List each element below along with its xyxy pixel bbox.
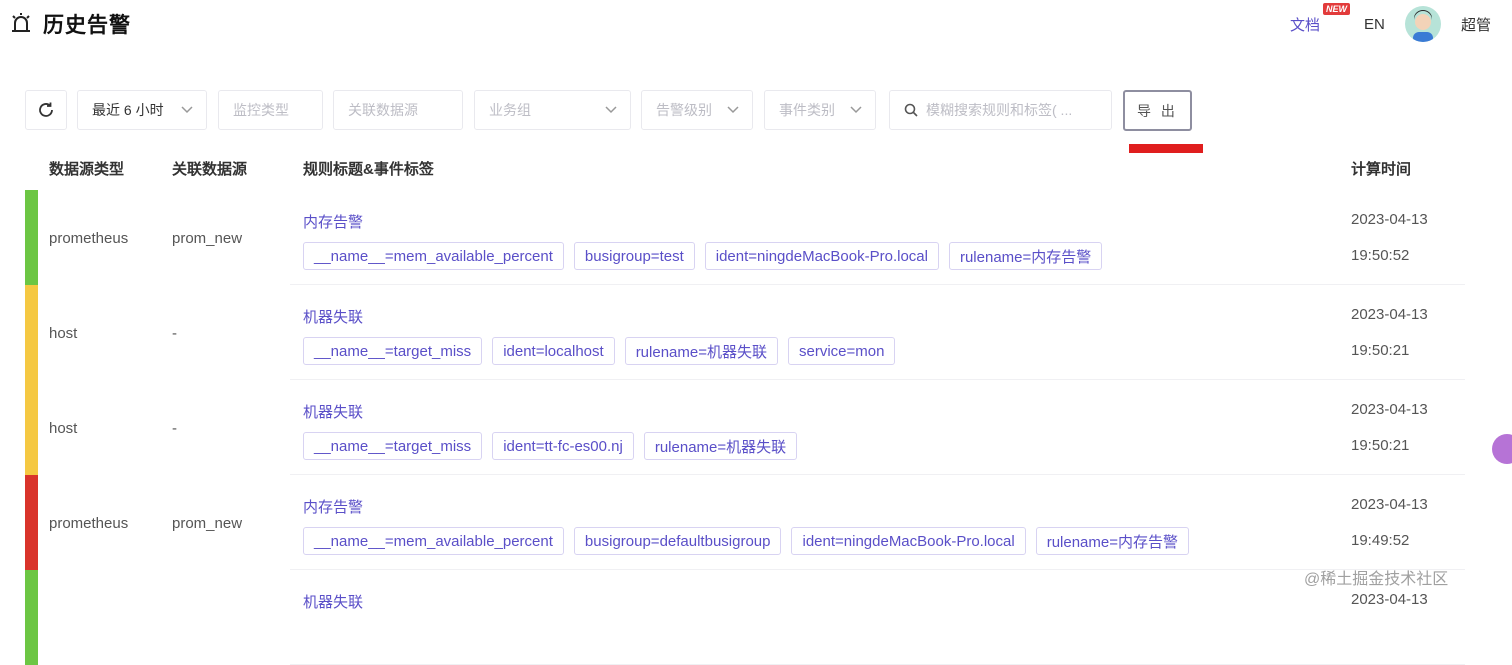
event-tag[interactable]: __name__=mem_available_percent: [303, 527, 564, 555]
docs-link[interactable]: 文档: [1290, 14, 1320, 35]
table-row[interactable]: host - 机器失联 __name__=target_miss ident=local…: [25, 285, 1465, 380]
monitor-type-select[interactable]: 监控类型: [218, 90, 323, 130]
event-type-select[interactable]: 事件类别: [764, 90, 876, 130]
trigger-date: 2023-04-13: [1351, 401, 1428, 418]
chevron-down-icon: [727, 106, 739, 114]
severity-indicator: [25, 570, 38, 665]
refresh-icon: [39, 102, 53, 117]
severity-indicator: [25, 380, 38, 475]
severity-indicator: [25, 475, 38, 570]
datasource-type-cell: host: [49, 420, 78, 437]
trigger-date: 2023-04-13: [1351, 211, 1428, 228]
event-tags: __name__=target_miss ident=localhost rulen…: [303, 337, 896, 365]
event-type-placeholder: 事件类别: [779, 102, 835, 118]
event-tag[interactable]: rulename=机器失联: [624, 337, 778, 365]
trigger-time: 19:50:21: [1351, 437, 1410, 454]
datasource-cell: prom_new: [172, 515, 243, 532]
page-header: 历史告警 文档 NEW EN 超管: [0, 0, 1512, 50]
datasource-placeholder: 关联数据源: [348, 102, 418, 118]
language-switch[interactable]: EN: [1364, 16, 1385, 33]
rule-title-link[interactable]: 内存告警: [303, 211, 363, 232]
search-placeholder: 模糊搜索规则和标签( ...: [926, 102, 1073, 118]
search-input[interactable]: 模糊搜索规则和标签( ...: [889, 90, 1112, 130]
datasource-type-cell: prometheus: [49, 515, 129, 532]
table-row[interactable]: prometheus prom_new 内存告警 __name__=mem_avail…: [25, 475, 1465, 570]
time-range-select[interactable]: 最近 6 小时: [77, 90, 207, 130]
table-row[interactable]: host - 机器失联 __name__=target_miss ident=tt-fc…: [25, 380, 1465, 475]
event-tag[interactable]: ident=ningdeMacBook-Pro.local: [791, 527, 1026, 555]
search-icon: [904, 103, 918, 117]
trigger-date: 2023-04-13: [1351, 496, 1428, 513]
datasource-cell: prom_new: [172, 230, 243, 247]
event-tag[interactable]: service=mon: [787, 337, 896, 365]
event-tag[interactable]: __name__=target_miss: [303, 337, 483, 365]
column-header-datasource-type: 数据源类型: [49, 161, 125, 178]
user-name[interactable]: 超管: [1461, 14, 1491, 35]
event-tag[interactable]: __name__=target_miss: [303, 432, 483, 460]
avatar[interactable]: [1405, 6, 1441, 42]
rule-title-link[interactable]: 机器失联: [303, 591, 363, 612]
column-header-rule: 规则标题&事件标签: [303, 161, 434, 178]
event-tag[interactable]: ident=localhost: [492, 337, 615, 365]
new-badge: NEW: [1323, 3, 1350, 15]
severity-indicator: [25, 190, 38, 285]
datasource-cell: -: [172, 325, 177, 342]
rule-title-link[interactable]: 机器失联: [303, 306, 363, 327]
alarm-icon: [12, 13, 30, 32]
export-button[interactable]: 导 出: [1123, 90, 1192, 131]
event-tag[interactable]: busigroup=defaultbusigroup: [573, 527, 782, 555]
table-row[interactable]: prometheus prom_new 内存告警 __name__=mem_avail…: [25, 190, 1465, 285]
busigroup-select[interactable]: 业务组: [474, 90, 631, 130]
annotation-underline: [1129, 144, 1203, 153]
datasource-select[interactable]: 关联数据源: [333, 90, 463, 130]
event-tags: __name__=mem_available_percent busigroup=…: [303, 242, 1103, 270]
avatar-image: [1413, 10, 1433, 42]
trigger-time: 19:50:52: [1351, 247, 1410, 264]
trigger-time: 19:49:52: [1351, 532, 1410, 549]
busigroup-placeholder: 业务组: [489, 102, 531, 118]
severity-select[interactable]: 告警级别: [641, 90, 753, 130]
event-tag[interactable]: rulename=内存告警: [948, 242, 1103, 270]
trigger-time: 19:50:21: [1351, 342, 1410, 359]
severity-indicator: [25, 285, 38, 380]
rule-title-link[interactable]: 内存告警: [303, 496, 363, 517]
event-tags: __name__=target_miss ident=tt-fc-es00.nj r…: [303, 432, 798, 460]
event-tags: __name__=mem_available_percent busigroup=…: [303, 527, 1189, 555]
event-tag[interactable]: __name__=mem_available_percent: [303, 242, 564, 270]
refresh-button[interactable]: [25, 90, 67, 130]
severity-placeholder: 告警级别: [656, 102, 712, 118]
datasource-type-cell: prometheus: [49, 230, 129, 247]
column-header-time: 计算时间: [1351, 161, 1412, 178]
event-tag[interactable]: rulename=内存告警: [1035, 527, 1189, 555]
rule-title-link[interactable]: 机器失联: [303, 401, 363, 422]
trigger-date: 2023-04-13: [1351, 306, 1428, 323]
event-tag[interactable]: rulename=机器失联: [643, 432, 798, 460]
floating-assistant-icon[interactable]: [1492, 434, 1512, 464]
chevron-down-icon: [181, 106, 193, 114]
watermark: @稀土掘金技术社区: [1304, 571, 1449, 588]
chevron-down-icon: [850, 106, 862, 114]
event-tag[interactable]: busigroup=test: [573, 242, 695, 270]
event-tag[interactable]: ident=ningdeMacBook-Pro.local: [704, 242, 939, 270]
column-header-datasource: 关联数据源: [172, 161, 248, 178]
trigger-date: 2023-04-13: [1351, 591, 1428, 608]
table-row[interactable]: 机器失联 2023-04-13: [25, 570, 1465, 665]
datasource-cell: -: [172, 420, 177, 437]
time-range-value: 最近 6 小时: [92, 102, 164, 118]
chevron-down-icon: [605, 106, 617, 114]
monitor-type-placeholder: 监控类型: [233, 102, 289, 118]
event-tag[interactable]: ident=tt-fc-es00.nj: [492, 432, 634, 460]
datasource-type-cell: host: [49, 325, 78, 342]
page-title: 历史告警: [43, 14, 131, 37]
